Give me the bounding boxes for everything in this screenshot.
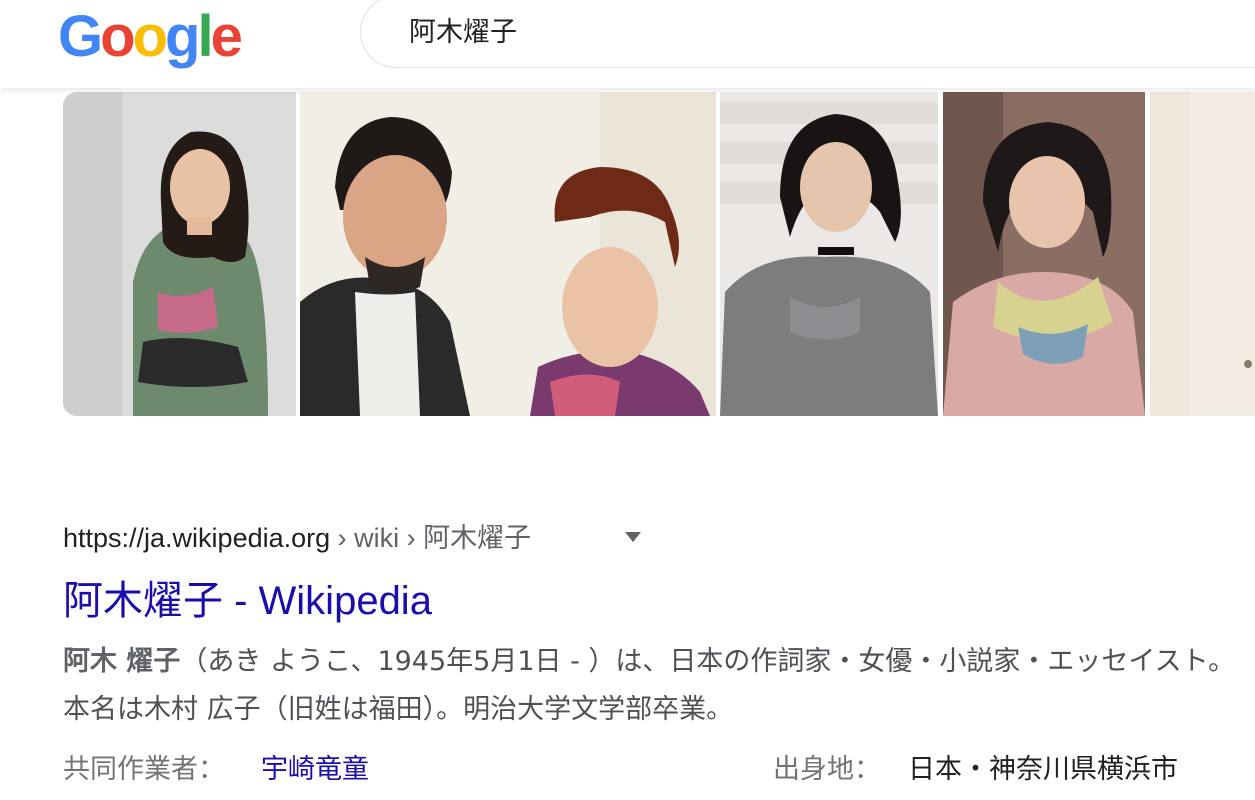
chevron-down-icon[interactable] <box>625 532 641 542</box>
portrait-photo-icon <box>720 92 938 416</box>
logo-letter: g <box>165 4 200 69</box>
logo-letter: G <box>58 4 103 69</box>
image-thumbnail[interactable] <box>943 92 1145 416</box>
snippet-text: （あき ようこ、1945年5月1日 - ）は、日本の作詞家・女優・小説家・エッセ… <box>180 646 1236 677</box>
search-input[interactable] <box>409 9 1209 49</box>
search-header: Google <box>0 0 1255 88</box>
snippet-line-1: 阿木 燿子（あき ようこ、1945年5月1日 - ）は、日本の作詞家・女優・小説… <box>63 638 1255 686</box>
snippet-line-2: 本名は木村 広子（旧姓は福田）。明治大学文学部卒業。 <box>63 694 734 725</box>
portrait-photo-icon <box>63 92 296 416</box>
portrait-photo-icon <box>300 92 716 416</box>
logo-letter: e <box>210 4 243 69</box>
portrait-photo-icon <box>943 92 1145 416</box>
logo-letter: l <box>197 4 213 69</box>
image-thumbnail[interactable] <box>300 92 716 416</box>
url-path[interactable]: › wiki › 阿木燿子 <box>330 523 531 553</box>
image-strip <box>0 92 1255 416</box>
search-box[interactable] <box>360 0 1255 68</box>
fact-link-collaborator[interactable]: 宇崎竜童 <box>261 750 369 790</box>
url-domain[interactable]: https://ja.wikipedia.org <box>63 523 330 553</box>
result-url[interactable]: https://ja.wikipedia.org › wiki › 阿木燿子 <box>63 520 531 556</box>
fact-value-birthplace: 日本・神奈川県横浜市 <box>908 754 1178 785</box>
result-facts: 共同作業者： 宇崎竜童 出身地： 日本・神奈川県横浜市 <box>63 750 1255 790</box>
result-title-link[interactable]: 阿木燿子 - Wikipedia <box>63 576 432 626</box>
portrait-photo-icon <box>1150 92 1255 416</box>
logo-letter: o <box>100 4 135 69</box>
result-snippet: 阿木 燿子（あき ようこ、1945年5月1日 - ）は、日本の作詞家・女優・小説… <box>63 638 1255 734</box>
fact-label-birthplace: 出身地： <box>773 754 881 785</box>
google-logo[interactable]: Google <box>58 2 243 72</box>
logo-letter: o <box>132 4 168 69</box>
image-thumbnail[interactable] <box>63 92 296 416</box>
fact-label-collaborator: 共同作業者： <box>63 754 225 785</box>
image-thumbnail[interactable] <box>720 92 938 416</box>
snippet-bold: 阿木 燿子 <box>63 646 181 677</box>
image-thumbnail[interactable] <box>1150 92 1255 416</box>
